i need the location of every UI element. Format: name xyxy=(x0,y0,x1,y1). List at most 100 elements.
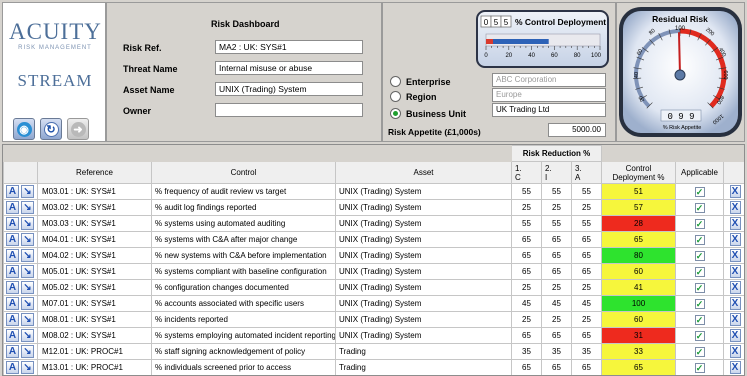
drilldown-button[interactable]: ↘ xyxy=(21,265,34,278)
delete-button[interactable]: X xyxy=(729,265,741,278)
forward-button[interactable]: ➜ xyxy=(67,118,89,140)
assess-button[interactable]: A xyxy=(6,313,19,326)
a-reduction-cell[interactable]: 55 xyxy=(571,215,602,232)
i-reduction-cell[interactable]: 25 xyxy=(541,199,572,216)
assess-button[interactable]: A xyxy=(6,265,19,278)
c-reduction-cell[interactable]: 65 xyxy=(511,327,542,344)
deployment-cell[interactable]: 51 xyxy=(601,183,676,200)
drilldown-button[interactable]: ↘ xyxy=(21,249,34,262)
assess-button[interactable]: A xyxy=(6,201,19,214)
a-reduction-cell[interactable]: 55 xyxy=(571,183,602,200)
applicable-checkbox[interactable]: ✓ xyxy=(694,282,705,293)
deployment-cell[interactable]: 60 xyxy=(601,263,676,280)
a-reduction-cell[interactable]: 35 xyxy=(571,343,602,360)
i-reduction-cell[interactable]: 55 xyxy=(541,183,572,200)
c-reduction-cell[interactable]: 25 xyxy=(511,311,542,328)
drilldown-button[interactable]: ↘ xyxy=(21,185,34,198)
applicable-checkbox[interactable]: ✓ xyxy=(694,202,705,213)
a-reduction-cell[interactable]: 25 xyxy=(571,279,602,296)
assess-button[interactable]: A xyxy=(6,329,19,342)
assess-button[interactable]: A xyxy=(6,345,19,358)
i-reduction-cell[interactable]: 25 xyxy=(541,311,572,328)
table-row[interactable]: A ↘ M05.01 : UK: SYS#1% systems compliant … xyxy=(3,263,744,280)
i-reduction-cell[interactable]: 55 xyxy=(541,215,572,232)
delete-button[interactable]: X xyxy=(729,249,741,262)
applicable-checkbox[interactable]: ✓ xyxy=(694,218,705,229)
table-row[interactable]: A ↘ M07.01 : UK: SYS#1% accounts associate… xyxy=(3,295,744,312)
delete-button[interactable]: X xyxy=(729,297,741,310)
c-reduction-cell[interactable]: 65 xyxy=(511,231,542,248)
assess-button[interactable]: A xyxy=(6,281,19,294)
applicable-checkbox[interactable]: ✓ xyxy=(694,298,705,309)
drilldown-button[interactable]: ↘ xyxy=(21,313,34,326)
applicable-checkbox[interactable]: ✓ xyxy=(694,346,705,357)
applicable-checkbox[interactable]: ✓ xyxy=(694,362,705,373)
applicable-checkbox[interactable]: ✓ xyxy=(694,330,705,341)
delete-button[interactable]: X xyxy=(729,329,741,342)
c-reduction-cell[interactable]: 25 xyxy=(511,279,542,296)
assess-button[interactable]: A xyxy=(6,185,19,198)
refresh-button[interactable]: ↻ xyxy=(40,118,62,140)
delete-button[interactable]: X xyxy=(729,361,741,374)
deployment-cell[interactable]: 80 xyxy=(601,247,676,264)
deployment-cell[interactable]: 57 xyxy=(601,199,676,216)
delete-button[interactable]: X xyxy=(729,217,741,230)
table-row[interactable]: A ↘ M04.01 : UK: SYS#1% systems with C&A a… xyxy=(3,231,744,248)
drilldown-button[interactable]: ↘ xyxy=(21,201,34,214)
owner-field[interactable] xyxy=(215,103,363,117)
a-column-header[interactable]: 3. A xyxy=(571,161,602,184)
applicable-checkbox[interactable]: ✓ xyxy=(694,234,705,245)
delete-button[interactable]: X xyxy=(729,345,741,358)
a-reduction-cell[interactable]: 65 xyxy=(571,327,602,344)
c-reduction-cell[interactable]: 45 xyxy=(511,295,542,312)
deployment-cell[interactable]: 33 xyxy=(601,343,676,360)
table-row[interactable]: A ↘ M03.02 : UK: SYS#1% audit log findings… xyxy=(3,199,744,216)
table-row[interactable]: A ↘ M08.01 : UK: SYS#1% incidents reported… xyxy=(3,311,744,328)
c-reduction-cell[interactable]: 35 xyxy=(511,343,542,360)
a-reduction-cell[interactable]: 65 xyxy=(571,359,602,375)
business-unit-radio-circle[interactable] xyxy=(390,108,401,119)
region-radio-circle[interactable] xyxy=(390,91,401,102)
i-reduction-cell[interactable]: 45 xyxy=(541,295,572,312)
table-row[interactable]: A ↘ M04.02 : UK: SYS#1% new systems with C… xyxy=(3,247,744,264)
home-button[interactable]: ◉ xyxy=(13,118,35,140)
a-reduction-cell[interactable]: 65 xyxy=(571,231,602,248)
delete-button[interactable]: X xyxy=(729,313,741,326)
drilldown-button[interactable]: ↘ xyxy=(21,361,34,374)
c-reduction-cell[interactable]: 55 xyxy=(511,215,542,232)
table-row[interactable]: A ↘ M12.01 : UK: PROC#1% staff signing ack… xyxy=(3,343,744,360)
applicable-checkbox[interactable]: ✓ xyxy=(694,266,705,277)
control-column-header[interactable]: Control xyxy=(151,161,336,184)
delete-button[interactable]: X xyxy=(729,185,741,198)
assess-button[interactable]: A xyxy=(6,217,19,230)
deployment-cell[interactable]: 65 xyxy=(601,359,676,375)
a-reduction-cell[interactable]: 65 xyxy=(571,247,602,264)
a-reduction-cell[interactable]: 45 xyxy=(571,295,602,312)
asset-column-header[interactable]: Asset xyxy=(335,161,512,184)
a-reduction-cell[interactable]: 65 xyxy=(571,263,602,280)
enterprise-radio-circle[interactable] xyxy=(390,76,401,87)
delete-button[interactable]: X xyxy=(729,201,741,214)
drilldown-button[interactable]: ↘ xyxy=(21,233,34,246)
i-reduction-cell[interactable]: 65 xyxy=(541,247,572,264)
deployment-cell[interactable]: 65 xyxy=(601,231,676,248)
a-reduction-cell[interactable]: 25 xyxy=(571,199,602,216)
c-column-header[interactable]: 1. C xyxy=(511,161,542,184)
assess-button[interactable]: A xyxy=(6,297,19,310)
region-radio[interactable]: Region xyxy=(390,91,437,102)
c-reduction-cell[interactable]: 55 xyxy=(511,183,542,200)
applicable-column-header[interactable]: Applicable xyxy=(675,161,724,184)
threat-name-field[interactable]: Internal misuse or abuse xyxy=(215,61,363,75)
risk-appetite-field[interactable]: 5000.00 xyxy=(548,123,606,137)
table-row[interactable]: A ↘ M03.01 : UK: SYS#1% frequency of audit… xyxy=(3,183,744,200)
c-reduction-cell[interactable]: 25 xyxy=(511,199,542,216)
drilldown-button[interactable]: ↘ xyxy=(21,281,34,294)
c-reduction-cell[interactable]: 65 xyxy=(511,359,542,375)
assess-button[interactable]: A xyxy=(6,361,19,374)
deployment-column-header[interactable]: Control Deployment % xyxy=(601,161,676,184)
table-row[interactable]: A ↘ M08.02 : UK: SYS#1% systems employing … xyxy=(3,327,744,344)
i-reduction-cell[interactable]: 65 xyxy=(541,263,572,280)
i-reduction-cell[interactable]: 25 xyxy=(541,279,572,296)
c-reduction-cell[interactable]: 65 xyxy=(511,263,542,280)
business-unit-radio[interactable]: Business Unit xyxy=(390,108,466,119)
